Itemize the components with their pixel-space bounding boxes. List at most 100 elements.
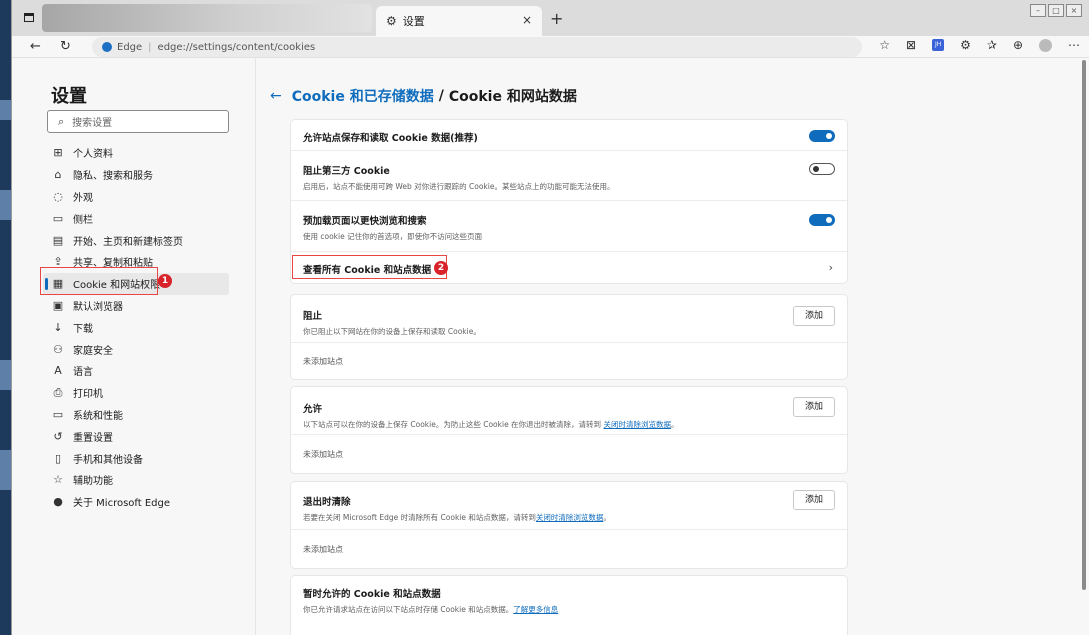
- extension-icon[interactable]: ⊠: [906, 38, 916, 52]
- close-window-button[interactable]: ×: [1066, 4, 1082, 17]
- preload-desc: 使用 cookie 记住你的首选项，即使你不访问这些页面: [303, 232, 483, 241]
- block-third-party-desc: 启用后，站点不能使用可跨 Web 对你进行跟踪的 Cookie。某些站点上的功能…: [303, 182, 615, 191]
- sidebar-item-sidebar[interactable]: ▭ 侧栏: [43, 207, 229, 229]
- clear-data-link[interactable]: 关闭时清除浏览数据: [603, 420, 671, 429]
- download-icon: ↓: [53, 320, 63, 334]
- edge-logo-icon: [102, 42, 112, 52]
- blurred-tabs: [42, 4, 372, 32]
- clear-on-exit-link[interactable]: 关闭时清除浏览数据: [536, 513, 604, 522]
- sidebar-item-label: 默认浏览器: [73, 301, 123, 313]
- appearance-icon: ◌: [53, 189, 63, 203]
- temp-allowed-desc: 你已允许请求站点在访问以下站点时存储 Cookie 和站点数据。了解更多信息: [303, 604, 835, 615]
- highlight-box-2: [292, 255, 447, 279]
- temp-allowed-card: 暂时允许的 Cookie 和站点数据 你已允许请求站点在访问以下站点时存储 Co…: [291, 576, 847, 635]
- url-field[interactable]: Edge | edge://settings/content/cookies: [92, 37, 862, 57]
- preload-title: 预加载页面以更快浏览和搜索: [303, 216, 427, 227]
- sidebar-item-appearance[interactable]: ◌ 外观: [43, 186, 229, 208]
- favorites-icon[interactable]: ✰: [987, 38, 997, 52]
- tab-settings[interactable]: ⚙ 设置 ×: [376, 6, 542, 36]
- allow-empty-text: 未添加站点: [303, 450, 343, 459]
- sidebar-item-home[interactable]: ▤ 开始、主页和新建标签页: [43, 229, 229, 251]
- temp-allowed-title: 暂时允许的 Cookie 和站点数据: [303, 589, 441, 600]
- sidebar-item-lock[interactable]: ⌂ 隐私、搜索和服务: [43, 164, 229, 186]
- close-tab-button[interactable]: ×: [522, 13, 532, 27]
- sidebar-item-edge[interactable]: ● 关于 Microsoft Edge: [43, 491, 229, 513]
- allow-add-button[interactable]: 添加: [793, 397, 835, 417]
- scrollbar[interactable]: [1079, 58, 1089, 635]
- block-card: 阻止 你已阻止以下网站在你的设备上保存和读取 Cookie。 添加 未添加站点: [291, 295, 847, 379]
- clear-on-exit-desc-text: 若要在关闭 Microsoft Edge 时清除所有 Cookie 和站点数据，…: [303, 513, 536, 522]
- system-icon: ▭: [52, 407, 64, 421]
- search-icon: ⌕: [58, 114, 65, 128]
- sidebar-item-label: 外观: [73, 192, 93, 204]
- clear-on-exit-header: 退出时清除 若要在关闭 Microsoft Edge 时清除所有 Cookie …: [291, 482, 847, 530]
- sidebar-item-browser[interactable]: ▣ 默认浏览器: [43, 295, 229, 317]
- block-third-party-row: 阻止第三方 Cookie 启用后，站点不能使用可跨 Web 对你进行跟踪的 Co…: [291, 151, 847, 201]
- clear-on-exit-desc-end: 。: [603, 513, 611, 522]
- search-input[interactable]: ⌕ 搜索设置: [47, 110, 229, 133]
- sidebar-item-family[interactable]: ⚇ 家庭安全: [43, 338, 229, 360]
- allow-desc: 以下站点可以在你的设备上保存 Cookie。为防止这些 Cookie 在你退出时…: [303, 419, 835, 430]
- sidebar-item-phone[interactable]: ▯ 手机和其他设备: [43, 447, 229, 469]
- collections-icon[interactable]: ⊕: [1013, 38, 1023, 52]
- temp-allowed-desc-text: 你已允许请求站点在访问以下站点时存储 Cookie 和站点数据。: [303, 605, 514, 614]
- profile-avatar[interactable]: [1039, 38, 1052, 52]
- tab-bar: ⚙ 设置 × + – □ ×: [12, 0, 1089, 36]
- window-menu-icon[interactable]: [24, 13, 34, 22]
- sidebar-item-profile[interactable]: ⊞ 个人资料: [43, 142, 229, 164]
- allow-cookies-toggle[interactable]: [809, 130, 835, 142]
- sidebar-item-label: 关于 Microsoft Edge: [73, 498, 171, 510]
- clear-on-exit-empty-text: 未添加站点: [303, 545, 343, 554]
- preload-toggle[interactable]: [809, 214, 835, 226]
- settings-sidebar: 设置 ⌕ 搜索设置 ⊞ 个人资料 ⌂ 隐私、搜索和服务 ◌ 外观 ▭ 侧栏 ▤ 开始、主页和新建标…: [12, 58, 256, 635]
- clear-on-exit-desc: 若要在关闭 Microsoft Edge 时清除所有 Cookie 和站点数据，…: [303, 512, 835, 523]
- printer-icon: ⎙: [53, 385, 63, 399]
- minimize-button[interactable]: –: [1030, 4, 1046, 17]
- back-arrow-icon[interactable]: ←: [30, 39, 41, 54]
- puzzle-icon[interactable]: ⚙: [960, 38, 971, 52]
- sidebar-item-download[interactable]: ↓ 下载: [43, 316, 229, 338]
- sidebar-item-label: 开始、主页和新建标签页: [73, 236, 183, 248]
- desktop-strip: [0, 0, 11, 635]
- clear-on-exit-card: 退出时清除 若要在关闭 Microsoft Edge 时清除所有 Cookie …: [291, 482, 847, 568]
- sidebar-icon: ▭: [52, 211, 64, 225]
- breadcrumb-parent[interactable]: Cookie 和已存储数据: [292, 86, 434, 106]
- sidebar-item-label: 语言: [73, 367, 93, 379]
- sidebar-item-label: 隐私、搜索和服务: [73, 171, 153, 183]
- sidebar-item-label: 辅助功能: [73, 476, 113, 488]
- clear-on-exit-add-button[interactable]: 添加: [793, 490, 835, 510]
- sidebar-item-printer[interactable]: ⎙ 打印机: [43, 382, 229, 404]
- phone-icon: ▯: [54, 451, 62, 465]
- refresh-icon[interactable]: ↻: [60, 39, 71, 54]
- sidebar-item-label: 侧栏: [73, 214, 93, 226]
- scrollbar-thumb[interactable]: [1082, 60, 1086, 590]
- maximize-button[interactable]: □: [1048, 4, 1064, 17]
- sidebar-item-system[interactable]: ▭ 系统和性能: [43, 404, 229, 426]
- profile-icon: ⊞: [53, 146, 63, 160]
- block-title: 阻止: [303, 311, 323, 322]
- breadcrumb-current: Cookie 和网站数据: [448, 89, 577, 105]
- new-tab-button[interactable]: +: [550, 9, 563, 28]
- main-content: ← Cookie 和已存储数据 / Cookie 和网站数据 允许站点保存和读取…: [256, 58, 1089, 635]
- block-add-button[interactable]: 添加: [793, 306, 835, 326]
- sidebar-item-label: 手机和其他设备: [73, 454, 143, 466]
- more-icon[interactable]: ⋯: [1068, 38, 1080, 52]
- sidebar-item-label: 下载: [73, 323, 93, 335]
- jh-extension-icon[interactable]: JH: [932, 39, 945, 51]
- learn-more-link[interactable]: 了解更多信息: [513, 605, 558, 614]
- sidebar-item-accessibility[interactable]: ☆ 辅助功能: [43, 469, 229, 491]
- edge-icon: ●: [53, 495, 63, 509]
- block-header: 阻止 你已阻止以下网站在你的设备上保存和读取 Cookie。 添加: [291, 295, 847, 343]
- family-icon: ⚇: [53, 342, 63, 356]
- accessibility-icon: ☆: [53, 473, 63, 487]
- window-controls: – □ ×: [1030, 4, 1082, 17]
- sidebar-item-language[interactable]: A 语言: [43, 360, 229, 382]
- block-third-party-toggle[interactable]: [809, 163, 835, 175]
- sidebar-title: 设置: [51, 86, 87, 107]
- search-placeholder: 搜索设置: [72, 118, 113, 129]
- annotation-badge-1: 1: [158, 274, 172, 288]
- sidebar-item-reset[interactable]: ↺ 重置设置: [43, 425, 229, 447]
- breadcrumb-separator: /: [438, 88, 444, 104]
- favorite-star-icon[interactable]: ☆: [879, 38, 890, 52]
- back-arrow-icon[interactable]: ←: [270, 88, 282, 104]
